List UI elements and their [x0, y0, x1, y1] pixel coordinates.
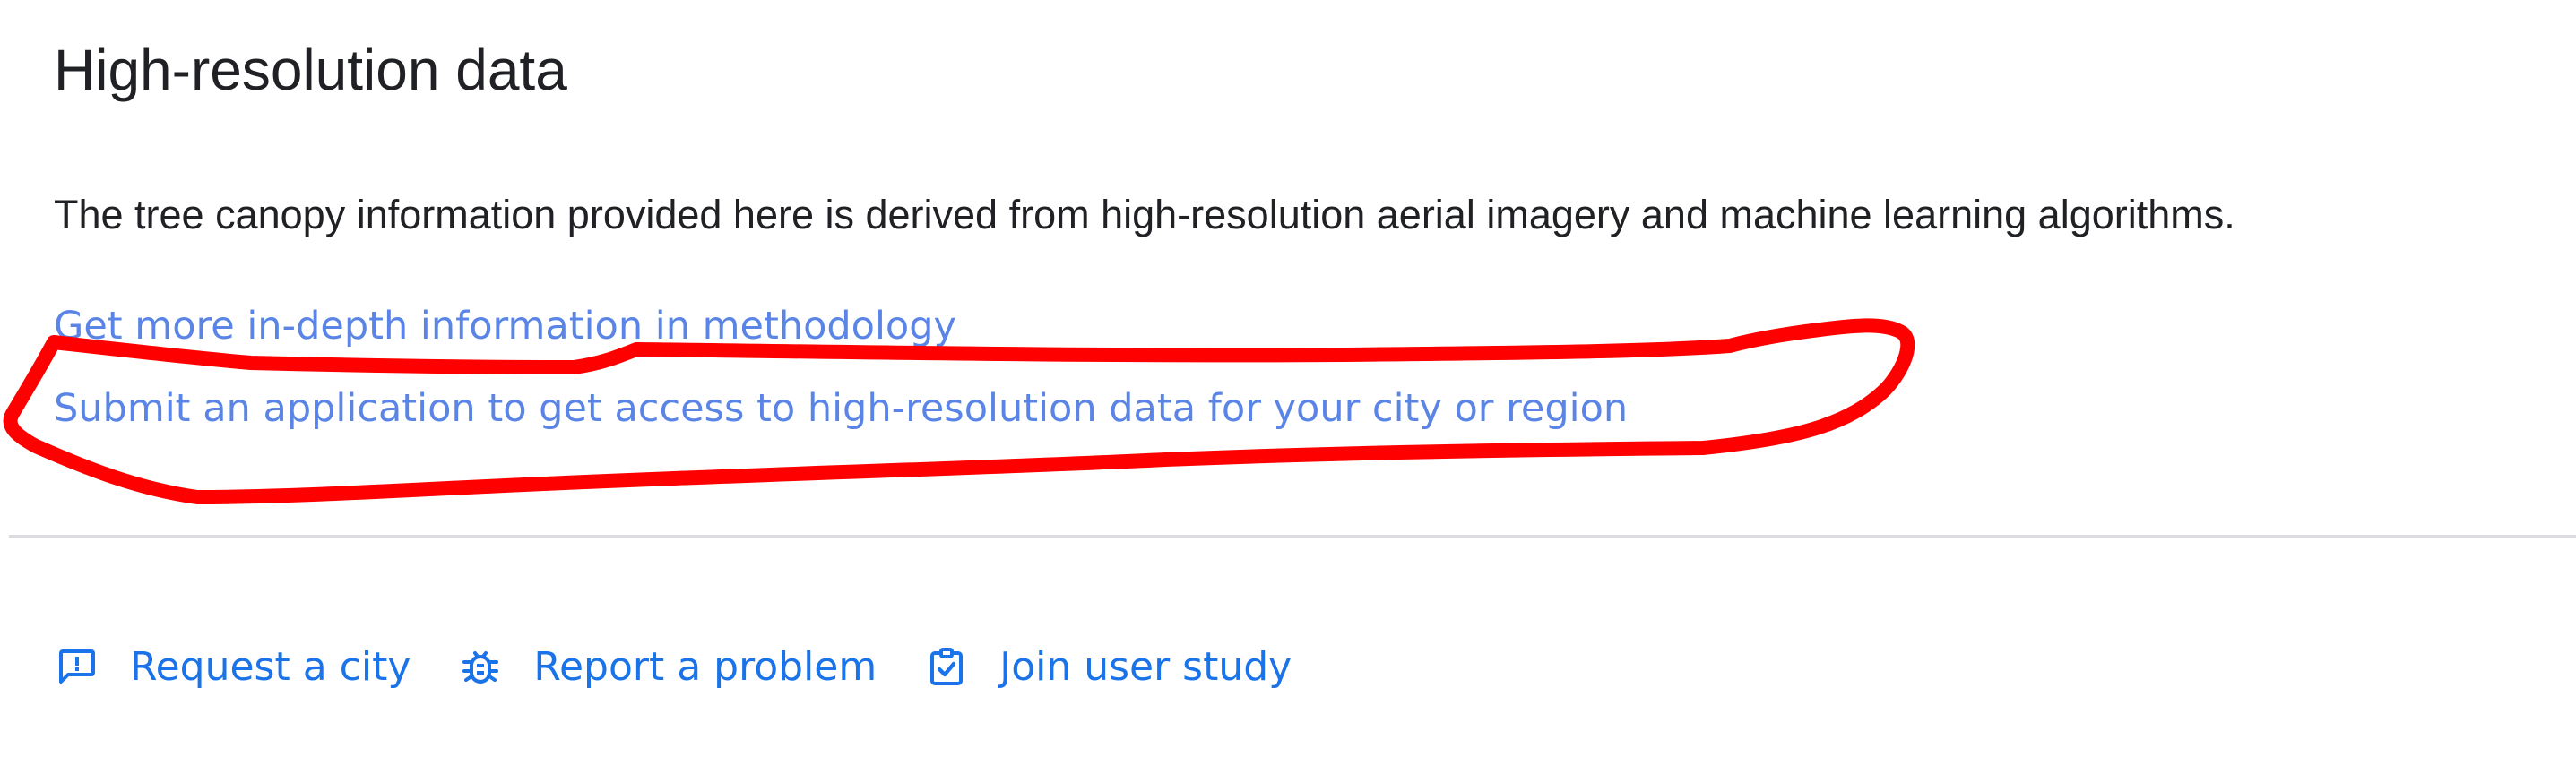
- methodology-link[interactable]: Get more in-depth information in methodo…: [54, 301, 956, 351]
- join-user-study-label: Join user study: [999, 644, 1292, 690]
- checkbox-icon: [923, 644, 970, 691]
- footer-actions: Request a city Report a problem Join use…: [54, 636, 1338, 699]
- request-city-label: Request a city: [130, 644, 411, 690]
- section-divider: [9, 535, 2576, 538]
- section-description: The tree canopy information provided her…: [54, 192, 2235, 237]
- report-problem-label: Report a problem: [533, 644, 877, 690]
- request-city-button[interactable]: Request a city: [54, 641, 411, 694]
- join-user-study-button[interactable]: Join user study: [923, 641, 1292, 694]
- bug-icon: [457, 644, 504, 691]
- section-title: High-resolution data: [54, 38, 567, 102]
- application-link[interactable]: Submit an application to get access to h…: [54, 383, 1628, 434]
- feedback-icon: [54, 644, 100, 691]
- report-problem-button[interactable]: Report a problem: [457, 641, 877, 694]
